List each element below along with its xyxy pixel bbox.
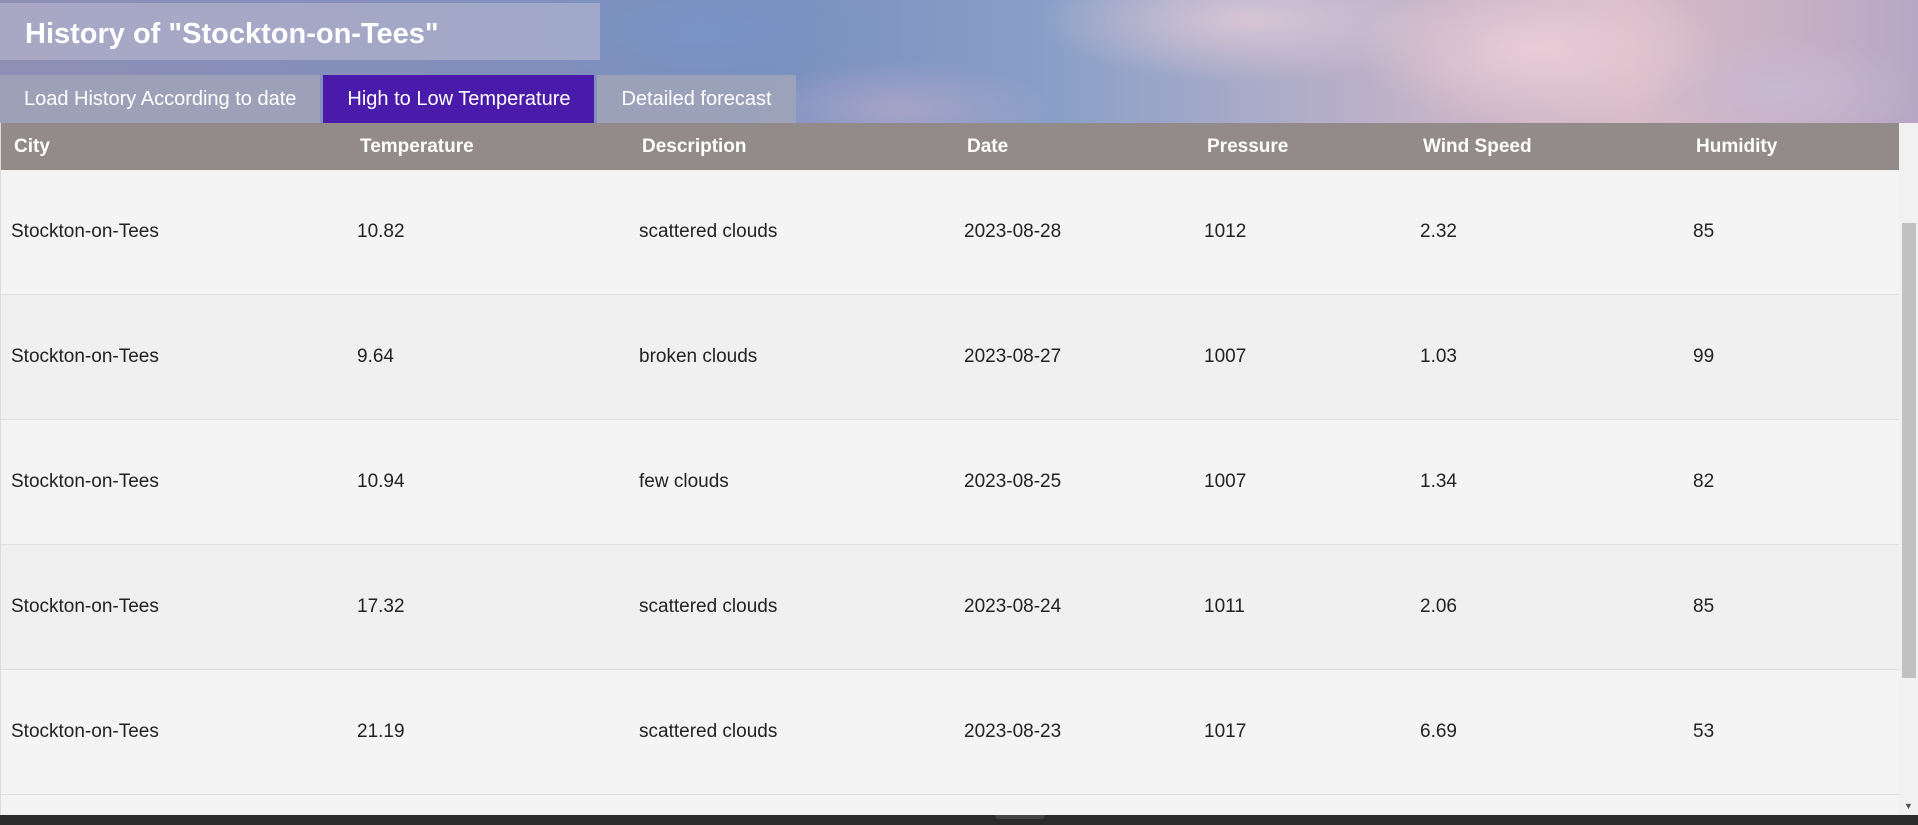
table-row: Stockton-on-Tees 9.64 broken clouds 2023… xyxy=(1,294,1900,420)
column-header-humidity[interactable]: Humidity xyxy=(1683,123,1900,170)
tab-bar: Load History According to date High to L… xyxy=(0,75,796,123)
cell-description: few clouds xyxy=(629,419,954,545)
cell-description: broken clouds xyxy=(629,294,954,420)
column-header-pressure[interactable]: Pressure xyxy=(1194,123,1410,170)
cell-humidity: 85 xyxy=(1683,544,1900,670)
tab-high-to-low-temperature[interactable]: High to Low Temperature xyxy=(323,75,595,123)
history-table: City Temperature Description Date Pressu… xyxy=(1,123,1900,795)
table-header-row: City Temperature Description Date Pressu… xyxy=(1,123,1900,170)
cell-date: 2023-08-24 xyxy=(954,544,1194,670)
cell-date: 2023-08-27 xyxy=(954,294,1194,420)
cell-city: Stockton-on-Tees xyxy=(1,669,347,795)
cell-date: 2023-08-23 xyxy=(954,669,1194,795)
cell-pressure: 1007 xyxy=(1194,419,1410,545)
taskbar-edge xyxy=(0,815,1918,825)
cell-temperature: 9.64 xyxy=(347,294,629,420)
title-box: History of "Stockton-on-Tees" xyxy=(0,3,600,60)
cell-date: 2023-08-25 xyxy=(954,419,1194,545)
cell-pressure: 1012 xyxy=(1194,170,1410,295)
scroll-up-arrow-icon[interactable] xyxy=(1899,123,1918,140)
cell-date: 2023-08-28 xyxy=(954,170,1194,295)
column-header-date[interactable]: Date xyxy=(954,123,1194,170)
cell-description: scattered clouds xyxy=(629,669,954,795)
cell-description: scattered clouds xyxy=(629,544,954,670)
vertical-scrollbar[interactable]: ▼ xyxy=(1899,123,1918,815)
cell-description: scattered clouds xyxy=(629,170,954,295)
cell-pressure: 1007 xyxy=(1194,294,1410,420)
table-row: Stockton-on-Tees 10.82 scattered clouds … xyxy=(1,170,1900,295)
table-row: Stockton-on-Tees 21.19 scattered clouds … xyxy=(1,669,1900,795)
cell-humidity: 85 xyxy=(1683,170,1900,295)
cell-city: Stockton-on-Tees xyxy=(1,544,347,670)
column-header-city[interactable]: City xyxy=(1,123,347,170)
cell-humidity: 82 xyxy=(1683,419,1900,545)
cell-humidity: 53 xyxy=(1683,669,1900,795)
cell-wind-speed: 2.06 xyxy=(1410,544,1683,670)
cell-wind-speed: 1.03 xyxy=(1410,294,1683,420)
scrollbar-thumb[interactable] xyxy=(1902,223,1916,678)
table-row: Stockton-on-Tees 17.32 scattered clouds … xyxy=(1,544,1900,670)
cell-city: Stockton-on-Tees xyxy=(1,294,347,420)
cell-wind-speed: 1.34 xyxy=(1410,419,1683,545)
cell-temperature: 10.94 xyxy=(347,419,629,545)
tab-load-history[interactable]: Load History According to date xyxy=(0,75,321,123)
column-header-description[interactable]: Description xyxy=(629,123,954,170)
scroll-down-arrow-icon[interactable]: ▼ xyxy=(1899,798,1918,815)
tab-detailed-forecast[interactable]: Detailed forecast xyxy=(597,75,796,123)
cell-humidity: 99 xyxy=(1683,294,1900,420)
cell-wind-speed: 6.69 xyxy=(1410,669,1683,795)
cell-wind-speed: 2.32 xyxy=(1410,170,1683,295)
history-table-container: City Temperature Description Date Pressu… xyxy=(0,123,1900,815)
page: History of "Stockton-on-Tees" Load Histo… xyxy=(0,0,1918,825)
cell-temperature: 10.82 xyxy=(347,170,629,295)
table-row: Stockton-on-Tees 10.94 few clouds 2023-0… xyxy=(1,419,1900,545)
column-header-temperature[interactable]: Temperature xyxy=(347,123,629,170)
cell-temperature: 21.19 xyxy=(347,669,629,795)
page-title: History of "Stockton-on-Tees" xyxy=(25,18,439,50)
cell-pressure: 1017 xyxy=(1194,669,1410,795)
taskbar-notch xyxy=(995,815,1045,819)
cell-city: Stockton-on-Tees xyxy=(1,170,347,295)
column-header-wind-speed[interactable]: Wind Speed xyxy=(1410,123,1683,170)
cell-temperature: 17.32 xyxy=(347,544,629,670)
cell-city: Stockton-on-Tees xyxy=(1,419,347,545)
cell-pressure: 1011 xyxy=(1194,544,1410,670)
